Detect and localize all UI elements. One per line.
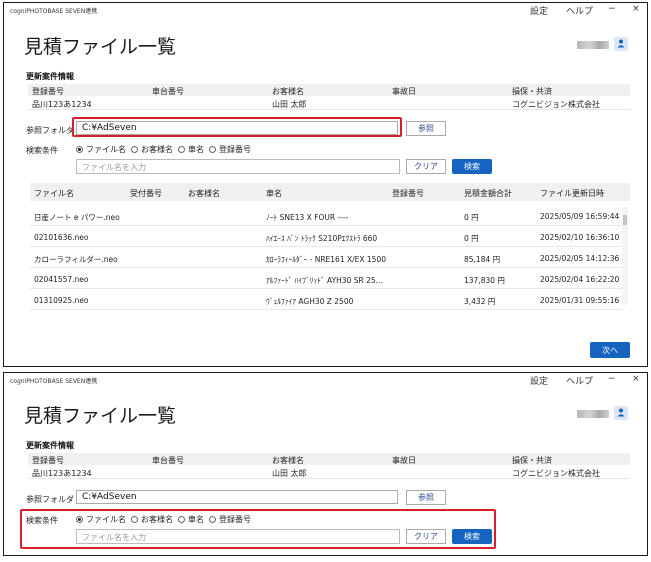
case-value-cell: コグニビジョン株式会社 — [512, 469, 600, 478]
title-bar: cogniPHOTOBASE SEVEN連携 設定 ヘルプ − × — [4, 3, 647, 19]
radio-label: お客様名 — [141, 145, 173, 154]
user-name-blurred — [577, 410, 609, 418]
case-value-cell: 品川123あ1234 — [32, 100, 92, 109]
radio-label: 車名 — [188, 145, 204, 154]
car-name-cell: ﾊｲｴｰｽ ﾊﾞﾝ ﾄﾗｯｸ S210Pｴｸｽﾄﾗ 660 — [266, 234, 378, 243]
file-header-cell[interactable]: ファイル名 — [34, 188, 74, 199]
case-header-cell: 車台番号 — [152, 456, 184, 465]
clear-button[interactable]: クリア — [406, 159, 446, 174]
search-condition-label: 検索条件 — [26, 146, 58, 155]
file-name-cell: 02101636.neo — [34, 233, 89, 242]
screenshot-panel-2: cogniPHOTOBASE SEVEN連携 設定 ヘルプ − × 見積ファイル… — [3, 372, 648, 556]
case-value-cell: 品川123あ1234 — [32, 469, 92, 478]
table-row[interactable]: カローラフィルダー.neo ｶﾛｰﾗﾌｨｰﾙﾀﾞｰ - NRE161 X/EX … — [30, 247, 622, 268]
updated-cell: 2025/02/04 16:22:20 — [540, 275, 620, 284]
reference-folder-input[interactable]: C:¥AdSeven — [76, 490, 398, 504]
case-header-cell: お客様名 — [272, 87, 304, 96]
app-name: cogniPHOTOBASE SEVEN連携 — [10, 378, 98, 385]
next-button[interactable]: 次へ — [590, 342, 630, 358]
screenshot-panel-1: cogniPHOTOBASE SEVEN連携 設定 ヘルプ − × 見積ファイル… — [3, 2, 648, 367]
file-header-cell[interactable]: 見積金額合計 — [464, 188, 512, 199]
file-header-cell[interactable]: ファイル更新日時 — [540, 188, 604, 199]
user-name-blurred — [577, 41, 609, 49]
car-name-cell: ｳﾞｪﾙﾌｧｲｱ AGH30 Z 2500 — [266, 297, 354, 306]
case-header-cell: お客様名 — [272, 456, 304, 465]
case-header-cell: 登録番号 — [32, 456, 64, 465]
case-value-cell: 山田 太郎 — [272, 469, 307, 478]
radio-label: 登録番号 — [219, 145, 251, 154]
file-name-cell: 02041557.neo — [34, 275, 89, 284]
case-header-cell: 損保・共済 — [512, 456, 552, 465]
search-button[interactable]: 検索 — [452, 159, 492, 174]
radio-registration-number[interactable] — [209, 146, 216, 153]
table-row[interactable]: 日産ノート e パワー.neo ﾉｰﾄ SNE13 X FOUR ---- 0 … — [30, 205, 622, 226]
amount-cell: 85,184 円 — [464, 255, 501, 264]
reference-folder-label: 参照フォルダ — [26, 126, 74, 135]
radio-customer-name[interactable] — [131, 146, 138, 153]
case-info-header-row: 登録番号 車台番号 お客様名 事故日 損保・共済 — [28, 84, 630, 96]
minimize-button[interactable]: − — [608, 4, 616, 14]
menu-settings[interactable]: 設定 — [530, 4, 548, 17]
car-name-cell: ｶﾛｰﾗﾌｨｰﾙﾀﾞｰ - NRE161 X/EX 1500 — [266, 255, 386, 264]
amount-cell: 3,432 円 — [464, 297, 496, 306]
menu-help[interactable]: ヘルプ — [566, 374, 593, 387]
radio-car-name[interactable] — [178, 146, 185, 153]
menu-help[interactable]: ヘルプ — [566, 4, 593, 17]
case-info-header-row: 登録番号 車台番号 お客様名 事故日 損保・共済 — [28, 453, 630, 465]
case-header-cell: 事故日 — [392, 456, 416, 465]
app-name: cogniPHOTOBASE SEVEN連携 — [10, 8, 98, 15]
amount-cell: 0 円 — [464, 213, 479, 222]
title-bar: cogniPHOTOBASE SEVEN連携 設定 ヘルプ − × — [4, 373, 647, 389]
updated-cell: 2025/01/31 09:55:16 — [540, 296, 620, 305]
updated-cell: 2025/02/05 14:12:36 — [540, 254, 620, 263]
highlight-box-folder — [72, 117, 402, 137]
case-header-cell: 損保・共済 — [512, 87, 552, 96]
updated-cell: 2025/02/10 16:36:10 — [540, 233, 620, 242]
table-row[interactable]: 02041557.neo ｱﾙﾌｧｰﾄﾞ ﾊｲﾌﾞﾘｯﾄﾞ AYH30 SR 2… — [30, 268, 622, 289]
search-options: ファイル名 お客様名 車名 登録番号 — [74, 144, 251, 155]
browse-button[interactable]: 参照 — [406, 121, 446, 136]
file-header-cell[interactable]: 登録番号 — [392, 188, 424, 199]
reference-folder-label: 参照フォルダ — [26, 495, 74, 504]
amount-cell: 0 円 — [464, 234, 479, 243]
highlight-box-search — [20, 509, 496, 549]
case-value-cell: 山田 太郎 — [272, 100, 307, 109]
table-scrollbar[interactable] — [622, 207, 628, 305]
page-title: 見積ファイル一覧 — [24, 36, 177, 58]
case-info-value-row: 品川123あ1234 山田 太郎 コグニビジョン株式会社 — [28, 466, 630, 479]
file-header-cell[interactable]: 車名 — [266, 188, 282, 199]
close-button[interactable]: × — [632, 4, 640, 14]
file-header-cell[interactable]: 受付番号 — [130, 188, 162, 199]
file-header-cell[interactable]: お客様名 — [188, 188, 220, 199]
search-input[interactable]: ファイル名を入力 — [76, 159, 400, 174]
table-row[interactable]: 01310925.neo ｳﾞｪﾙﾌｧｲｱ AGH30 Z 2500 3,432… — [30, 289, 622, 310]
case-info-heading: 更新案件情報 — [26, 441, 74, 450]
user-icon[interactable] — [614, 406, 628, 420]
case-header-cell: 登録番号 — [32, 87, 64, 96]
file-name-cell: 日産ノート e パワー.neo — [34, 213, 120, 222]
user-icon[interactable] — [614, 37, 628, 51]
car-name-cell: ｱﾙﾌｧｰﾄﾞ ﾊｲﾌﾞﾘｯﾄﾞ AYH30 SR 25... — [266, 276, 383, 285]
case-header-cell: 車台番号 — [152, 87, 184, 96]
file-name-cell: 01310925.neo — [34, 296, 89, 305]
car-name-cell: ﾉｰﾄ SNE13 X FOUR ---- — [266, 213, 349, 222]
minimize-button[interactable]: − — [608, 374, 616, 384]
case-info-heading: 更新案件情報 — [26, 72, 74, 81]
radio-label: ファイル名 — [86, 145, 126, 154]
case-info-value-row: 品川123あ1234 山田 太郎 コグニビジョン株式会社 — [28, 97, 630, 110]
case-value-cell: コグニビジョン株式会社 — [512, 100, 600, 109]
case-header-cell: 事故日 — [392, 87, 416, 96]
menu-settings[interactable]: 設定 — [530, 374, 548, 387]
table-row[interactable]: 02101636.neo ﾊｲｴｰｽ ﾊﾞﾝ ﾄﾗｯｸ S210Pｴｸｽﾄﾗ 6… — [30, 226, 622, 247]
file-name-cell: カローラフィルダー.neo — [34, 255, 118, 264]
updated-cell: 2025/05/09 16:59:44 — [540, 212, 620, 221]
scrollbar-thumb[interactable] — [623, 215, 627, 225]
amount-cell: 137,830 円 — [464, 276, 505, 285]
radio-file-name[interactable] — [76, 146, 83, 153]
close-button[interactable]: × — [632, 374, 640, 384]
browse-button[interactable]: 参照 — [406, 490, 446, 505]
file-table-header: ファイル名 受付番号 お客様名 車名 登録番号 見積金額合計 ファイル更新日時 — [30, 183, 630, 201]
page-title: 見積ファイル一覧 — [24, 405, 177, 427]
